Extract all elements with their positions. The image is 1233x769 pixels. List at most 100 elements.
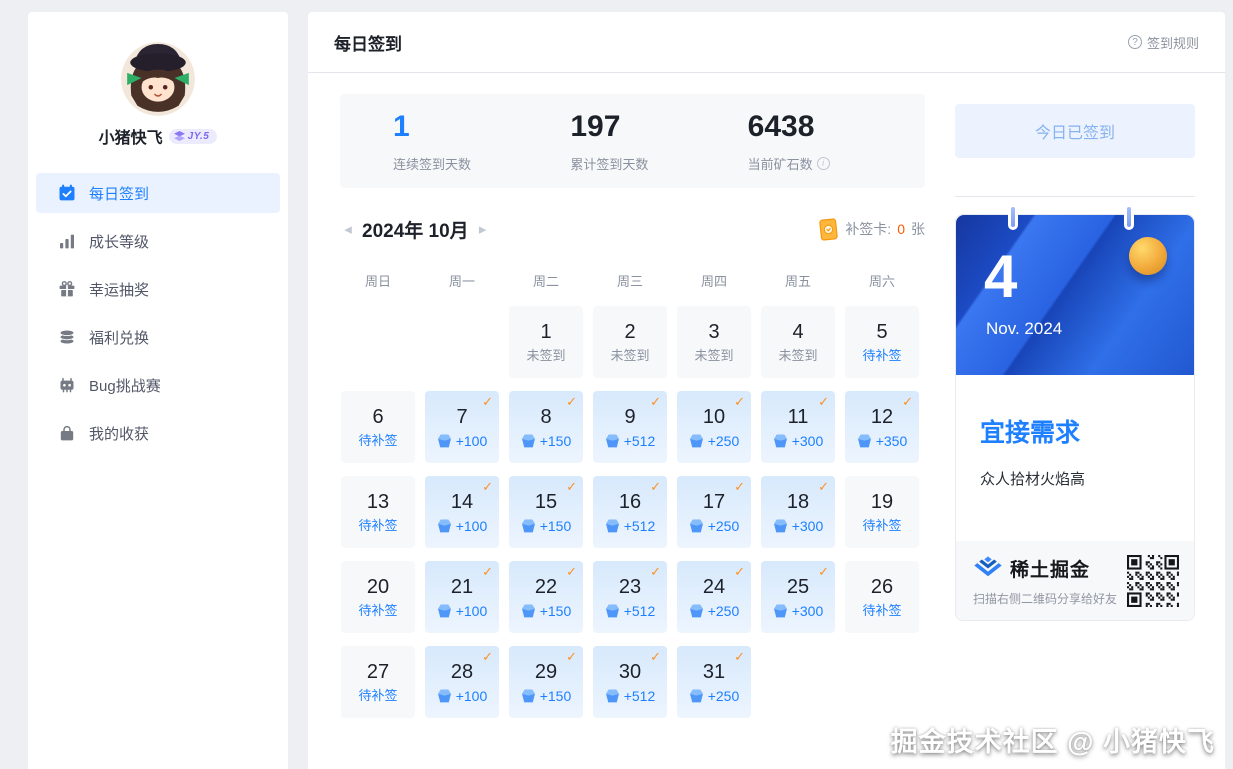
card-month-label: Nov. 2024 (986, 319, 1062, 339)
check-icon: ✓ (482, 564, 493, 580)
calendar-cell-day-13[interactable]: 13待补签 (341, 476, 415, 548)
calendar-cell-day-22[interactable]: 22✓+150 (509, 561, 583, 633)
makeup-card-count: 0 (897, 221, 905, 237)
calendar-cell-day-4[interactable]: 4未签到 (761, 306, 835, 378)
check-icon: ✓ (818, 479, 829, 495)
watermark: 掘金技术社区 @ 小猪快飞 (891, 720, 1215, 759)
day-number: 28 (451, 662, 473, 682)
check-icon: ✓ (734, 479, 745, 495)
next-month-button[interactable]: ▸ (475, 220, 491, 238)
ore-icon (521, 519, 536, 533)
calendar-cell-day-23[interactable]: 23✓+512 (593, 561, 667, 633)
sidebar-item-lucky-draw[interactable]: 幸运抽奖 (36, 269, 280, 309)
ore-icon (521, 434, 536, 448)
stat-label: 连续签到天数 (393, 154, 471, 173)
calendar-cell-day-26[interactable]: 26待补签 (845, 561, 919, 633)
ore-icon (437, 604, 452, 618)
bug-icon (58, 376, 76, 394)
calendar-cell-day-16[interactable]: 16✓+512 (593, 476, 667, 548)
day-number: 12 (871, 407, 893, 427)
sidebar-item-daily-checkin[interactable]: 每日签到 (36, 173, 280, 213)
calendar-cell-day-17[interactable]: 17✓+250 (677, 476, 751, 548)
prev-month-button[interactable]: ◂ (340, 220, 356, 238)
calendar-cell-day-5[interactable]: 5待补签 (845, 306, 919, 378)
info-circle-icon[interactable]: i (817, 157, 830, 170)
ore-icon (437, 689, 452, 703)
day-number: 20 (367, 577, 389, 597)
day-number: 14 (451, 492, 473, 512)
calendar-cell-day-3[interactable]: 3未签到 (677, 306, 751, 378)
sidebar-item-bug-challenge[interactable]: Bug挑战赛 (36, 365, 280, 405)
calendar-cell-day-20[interactable]: 20待补签 (341, 561, 415, 633)
checkin-status: 待补签 (358, 689, 397, 702)
weekday-header: 周日 周一 周二 周三 周四 周五 周六 (341, 271, 919, 290)
day-number: 2 (624, 322, 635, 342)
ore-icon (605, 604, 620, 618)
bag-icon (58, 424, 76, 442)
reward-amount: +512 (624, 519, 656, 533)
calendar-cell-day-2[interactable]: 2未签到 (593, 306, 667, 378)
calendar-cell-day-14[interactable]: 14✓+100 (425, 476, 499, 548)
user-level-badge: JY.5 (169, 129, 218, 144)
sidebar: 小猪快飞 JY.5 每日签到 (28, 12, 288, 769)
calendar-cell-day-19[interactable]: 19待补签 (845, 476, 919, 548)
question-circle-icon: ? (1128, 35, 1142, 49)
ore-icon (521, 689, 536, 703)
sidebar-item-growth-level[interactable]: 成长等级 (36, 221, 280, 261)
calendar-cell-day-28[interactable]: 28✓+100 (425, 646, 499, 718)
check-icon: ✓ (482, 479, 493, 495)
reward-row: +150 (521, 519, 572, 533)
calendar-cell-day-31[interactable]: 31✓+250 (677, 646, 751, 718)
calendar-cell-day-7[interactable]: 7✓+100 (425, 391, 499, 463)
check-icon: ✓ (650, 394, 661, 410)
day-number: 6 (372, 407, 383, 427)
calendar-cell-day-15[interactable]: 15✓+150 (509, 476, 583, 548)
checkin-status: 未签到 (526, 349, 565, 362)
day-number: 19 (871, 492, 893, 512)
reward-amount: +512 (624, 604, 656, 618)
day-number: 29 (535, 662, 557, 682)
reward-row: +250 (689, 434, 740, 448)
check-icon: ✓ (734, 649, 745, 665)
checkin-status: 待补签 (358, 434, 397, 447)
weekday-label: 周六 (845, 271, 919, 290)
checkin-rules-link[interactable]: ? 签到规则 (1128, 33, 1199, 52)
stat-value: 1 (393, 110, 570, 145)
ore-icon (689, 604, 704, 618)
signed-today-button[interactable]: 今日已签到 (955, 104, 1195, 158)
ore-icon (689, 519, 704, 533)
rules-link-label: 签到规则 (1147, 33, 1199, 52)
share-card-footer: 稀土掘金 扫描右侧二维码分享给好友 (956, 541, 1194, 620)
reward-row: +250 (689, 689, 740, 703)
calendar-cell-day-27[interactable]: 27待补签 (341, 646, 415, 718)
sidebar-item-label: 我的收获 (89, 423, 149, 444)
qr-code (1127, 555, 1179, 607)
growth-chart-icon (58, 232, 76, 250)
day-number: 11 (788, 407, 809, 427)
badge-label: JY.5 (188, 131, 210, 142)
calendar-cell-day-30[interactable]: 30✓+512 (593, 646, 667, 718)
calendar-cell-day-6[interactable]: 6 待补签 (341, 391, 415, 463)
calendar-cell-day-18[interactable]: 18✓+300 (761, 476, 835, 548)
calendar-cell-day-10[interactable]: 10✓+250 (677, 391, 751, 463)
calendar-cell-day-1[interactable]: 1未签到 (509, 306, 583, 378)
calendar-cell-day-29[interactable]: 29✓+150 (509, 646, 583, 718)
weekday-label: 周一 (425, 271, 499, 290)
sidebar-item-my-harvest[interactable]: 我的收获 (36, 413, 280, 453)
calendar-cell-day-11[interactable]: 11✓+300 (761, 391, 835, 463)
stat-ore-count: 6438 当前矿石数 i (748, 94, 925, 188)
check-icon: ✓ (482, 649, 493, 665)
calendar-cell-day-25[interactable]: 25✓+300 (761, 561, 835, 633)
sidebar-item-welfare-exchange[interactable]: 福利兑换 (36, 317, 280, 357)
day-number: 5 (876, 322, 887, 342)
calendar-cell-day-21[interactable]: 21✓+100 (425, 561, 499, 633)
ticket-icon (817, 216, 840, 241)
calendar-cell-day-12[interactable]: 12✓+350 (845, 391, 919, 463)
check-icon: ✓ (734, 394, 745, 410)
panel-divider (955, 196, 1195, 197)
day-number: 22 (535, 577, 557, 597)
calendar-cell-day-8[interactable]: 8✓+150 (509, 391, 583, 463)
calendar-cell-day-9[interactable]: 9✓+512 (593, 391, 667, 463)
coins-icon (58, 328, 76, 346)
calendar-cell-day-24[interactable]: 24✓+250 (677, 561, 751, 633)
